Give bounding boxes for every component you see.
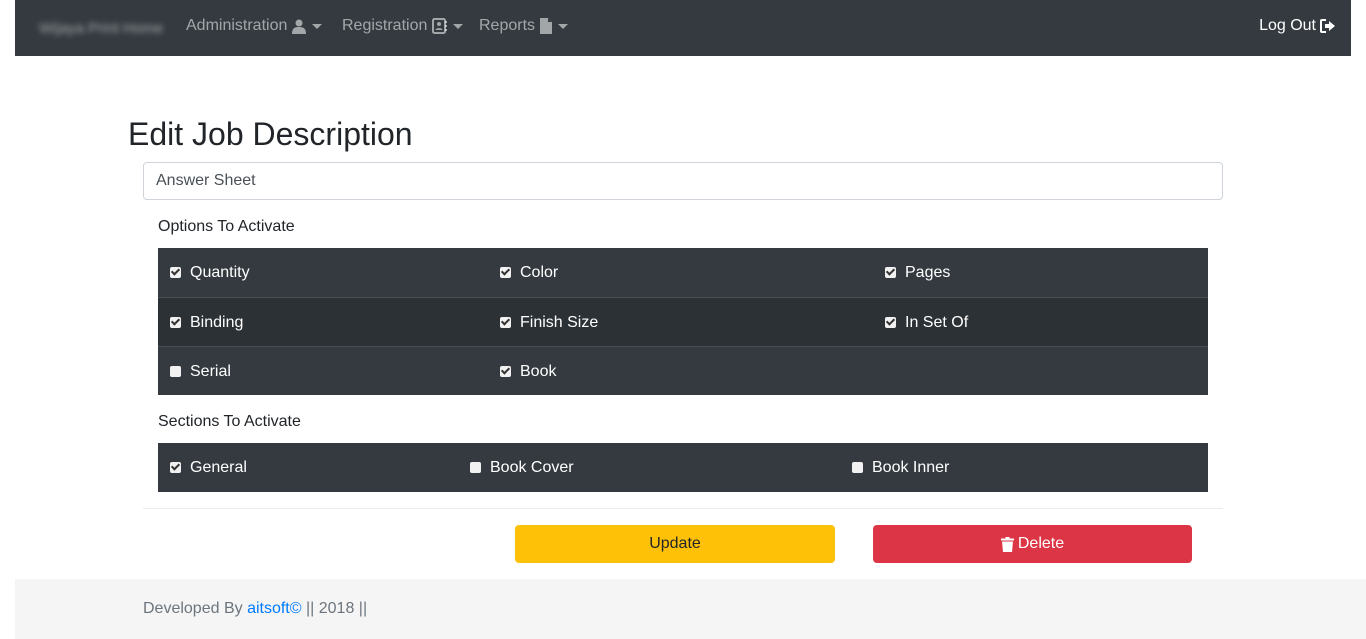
option-label: Serial <box>190 362 231 380</box>
option-quantity[interactable]: Quantity <box>170 248 250 297</box>
sections-section-label: Sections To Activate <box>158 413 301 430</box>
option-in-set-of[interactable]: In Set Of <box>885 298 968 347</box>
checkbox-unchecked[interactable] <box>170 366 181 377</box>
option-color[interactable]: Color <box>500 248 558 297</box>
checkbox-checked[interactable] <box>500 317 511 328</box>
logout-link[interactable]: Log Out <box>1259 17 1336 35</box>
checkbox-checked[interactable] <box>500 366 511 377</box>
job-description-input[interactable] <box>143 162 1223 200</box>
section-book-inner[interactable]: Book Inner <box>852 443 949 492</box>
trash-icon <box>1000 536 1014 552</box>
checkbox-checked[interactable] <box>170 267 181 278</box>
section-label: Book Cover <box>490 458 574 476</box>
checkbox-checked[interactable] <box>170 462 181 473</box>
footer-prefix: Developed By <box>143 600 248 617</box>
brand-link[interactable]: Wijaya Print Home <box>39 20 163 37</box>
section-book-cover[interactable]: Book Cover <box>470 443 574 492</box>
sections-table: General Book Cover Book Inner <box>158 443 1208 492</box>
options-section-label: Options To Activate <box>158 218 295 235</box>
nav-administration[interactable]: Administration <box>186 17 323 35</box>
nav-reports-label: Reports <box>479 17 536 34</box>
file-icon <box>540 18 553 34</box>
options-row: Binding Finish Size In Set Of <box>158 297 1208 346</box>
checkbox-unchecked[interactable] <box>470 462 481 473</box>
form-divider <box>143 508 1223 509</box>
page-title: Edit Job Description <box>128 116 413 152</box>
section-general[interactable]: General <box>170 443 247 492</box>
address-book-icon <box>432 18 448 34</box>
checkbox-checked[interactable] <box>885 267 896 278</box>
option-label: Binding <box>190 313 244 331</box>
sections-row: General Book Cover Book Inner <box>158 443 1208 492</box>
nav-registration-label: Registration <box>342 17 428 34</box>
section-label: General <box>190 458 247 476</box>
user-icon <box>292 19 307 34</box>
checkbox-unchecked[interactable] <box>852 462 863 473</box>
top-navbar: Wijaya Print Home Administration Registr… <box>15 0 1351 56</box>
delete-button[interactable]: Delete <box>873 525 1192 563</box>
nav-administration-label: Administration <box>186 17 288 34</box>
checkbox-checked[interactable] <box>885 317 896 328</box>
option-label: Book <box>520 362 557 380</box>
option-book[interactable]: Book <box>500 347 556 396</box>
option-label: Pages <box>905 263 951 281</box>
sign-out-icon <box>1320 19 1336 33</box>
nav-reports[interactable]: Reports <box>479 17 569 35</box>
footer: Developed By aitsoft© || 2018 || <box>15 579 1366 639</box>
option-label: In Set Of <box>905 313 969 331</box>
options-table: Quantity Color Pages Binding Finish Size… <box>158 248 1208 395</box>
footer-text: Developed By aitsoft© || 2018 || <box>143 600 367 618</box>
options-row: Quantity Color Pages <box>158 248 1208 297</box>
option-label: Color <box>520 263 559 281</box>
option-finish-size[interactable]: Finish Size <box>500 298 598 347</box>
update-button[interactable]: Update <box>515 525 835 563</box>
checkbox-checked[interactable] <box>500 267 511 278</box>
option-pages[interactable]: Pages <box>885 248 950 297</box>
update-button-label: Update <box>649 535 701 552</box>
section-label: Book Inner <box>872 458 950 476</box>
logout-label: Log Out <box>1259 17 1316 34</box>
option-label: Quantity <box>190 263 250 281</box>
chevron-down-icon <box>453 23 464 29</box>
footer-suffix: || 2018 || <box>301 600 368 617</box>
footer-company-link[interactable]: aitsoft© <box>247 600 301 617</box>
chevron-down-icon <box>312 23 323 29</box>
options-row: Serial Book <box>158 346 1208 395</box>
option-binding[interactable]: Binding <box>170 298 243 347</box>
option-label: Finish Size <box>520 313 599 331</box>
checkbox-checked[interactable] <box>170 317 181 328</box>
option-serial[interactable]: Serial <box>170 347 231 396</box>
chevron-down-icon <box>558 23 569 29</box>
nav-registration[interactable]: Registration <box>342 17 464 35</box>
delete-button-label: Delete <box>1017 535 1065 552</box>
